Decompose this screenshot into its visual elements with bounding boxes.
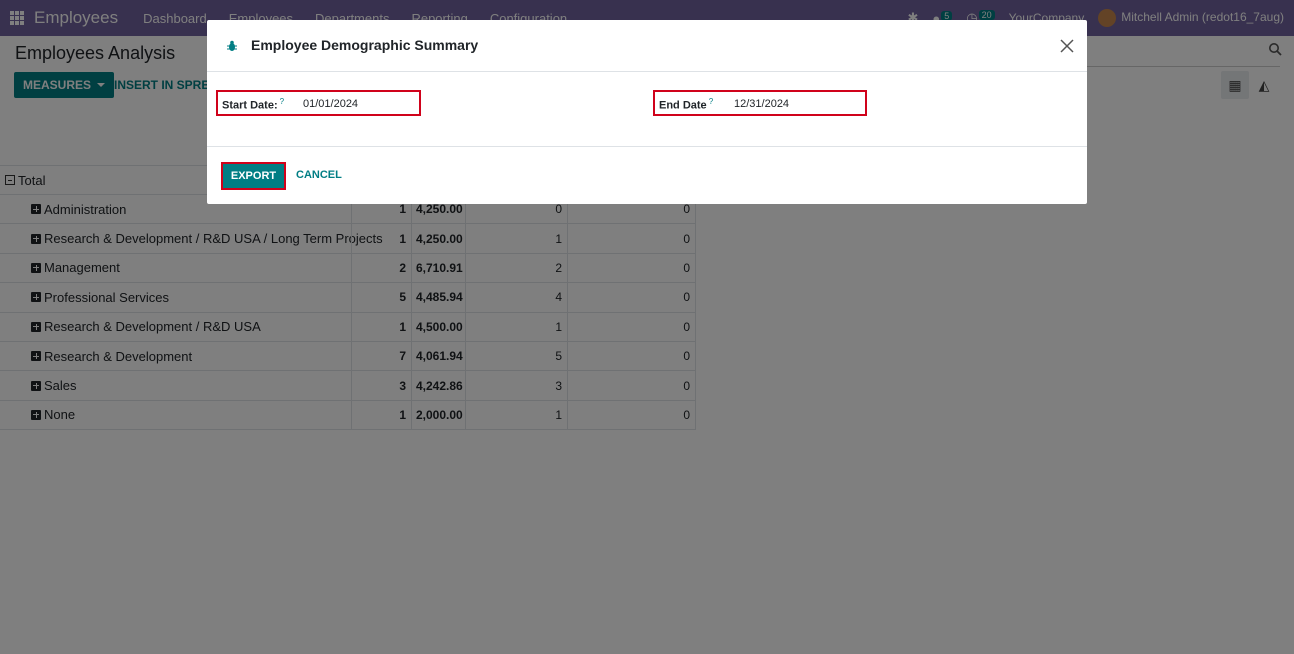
- export-button[interactable]: EXPORT: [221, 162, 286, 190]
- end-date-field[interactable]: End Date? 12/31/2024: [653, 90, 867, 116]
- close-icon[interactable]: [1059, 38, 1075, 54]
- cancel-button[interactable]: CANCEL: [296, 169, 342, 181]
- start-date-input[interactable]: 01/01/2024: [303, 98, 358, 110]
- dialog-footer-divider: [207, 146, 1087, 147]
- end-date-label: End Date?: [659, 97, 714, 112]
- dialog-header: Employee Demographic Summary: [207, 20, 1087, 72]
- help-icon: ?: [708, 97, 714, 106]
- dialog-title: Employee Demographic Summary: [251, 37, 479, 53]
- start-date-label: Start Date:?: [222, 97, 285, 112]
- help-icon: ?: [279, 97, 285, 106]
- start-date-field[interactable]: Start Date:? 01/01/2024: [216, 90, 421, 116]
- employee-demographic-dialog: Employee Demographic Summary Start Date:…: [207, 20, 1087, 204]
- bug-icon: [227, 40, 237, 51]
- end-date-input[interactable]: 12/31/2024: [734, 98, 789, 110]
